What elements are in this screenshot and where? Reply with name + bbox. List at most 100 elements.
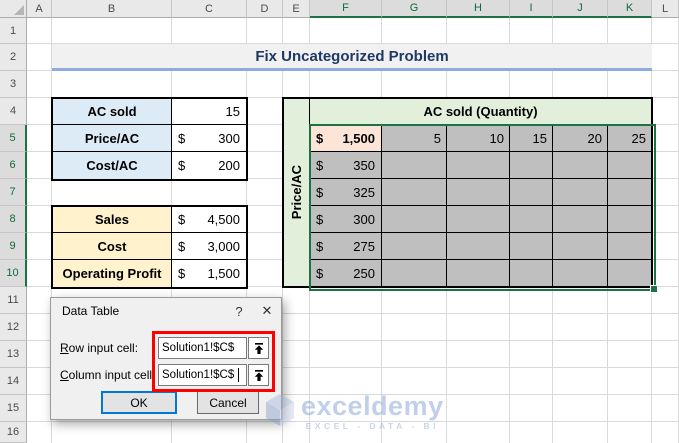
summary-table-label[interactable]: Sales — [53, 207, 172, 233]
input-table: AC sold 15 Price/AC $ 300 Cost/AC $ 200 — [51, 97, 248, 181]
data-table-empty-cell[interactable] — [510, 260, 553, 286]
sheet-title-cell[interactable]: Fix Uncategorized Problem — [52, 44, 652, 71]
column-header-L[interactable]: L — [652, 0, 679, 18]
select-all-triangle-icon — [14, 5, 24, 15]
row-header-12[interactable]: 12 — [0, 314, 27, 341]
data-table-column-axis-label[interactable]: AC sold (Quantity) — [310, 99, 651, 125]
row-input-collapse-button[interactable] — [248, 337, 269, 359]
column-header-I[interactable]: I — [510, 0, 553, 18]
row-header-3[interactable]: 3 — [0, 71, 27, 98]
input-table-label[interactable]: AC sold — [53, 99, 172, 125]
text-cursor — [238, 368, 239, 382]
data-table-empty-cell[interactable] — [382, 233, 447, 260]
summary-table-value[interactable]: $ 3,000 — [172, 233, 246, 260]
column-header-A[interactable]: A — [27, 0, 52, 18]
data-table-quantity-cell[interactable]: 20 — [553, 125, 608, 152]
row-header-9[interactable]: 9 — [0, 233, 27, 260]
column-header-B[interactable]: B — [52, 0, 172, 18]
data-table-empty-cell[interactable] — [447, 152, 510, 179]
summary-table-value[interactable]: $ 1,500 — [172, 260, 246, 287]
input-table-label[interactable]: Price/AC — [53, 125, 172, 152]
input-table-value[interactable]: $ 200 — [172, 152, 246, 179]
data-table-row-axis-label[interactable]: Price/AC — [284, 99, 310, 286]
data-table-empty-cell[interactable] — [447, 206, 510, 233]
data-table-empty-cell[interactable] — [510, 233, 553, 260]
row-header-6[interactable]: 6 — [0, 152, 27, 179]
data-table-empty-cell[interactable] — [382, 260, 447, 286]
row-input-label: Row input cell: — [60, 341, 139, 355]
data-table-empty-cell[interactable] — [447, 179, 510, 206]
data-table-empty-cell[interactable] — [553, 260, 608, 286]
data-table-quantity-cell[interactable]: 5 — [382, 125, 447, 152]
input-table-value[interactable]: $ 300 — [172, 125, 246, 152]
ok-button[interactable]: OK — [101, 391, 177, 414]
row-input-field[interactable]: Solution1!$C$ — [158, 337, 247, 359]
row-header-11[interactable]: 11 — [0, 287, 27, 314]
data-table-empty-cell[interactable] — [553, 233, 608, 260]
data-table-price-cell[interactable]: $275 — [310, 233, 382, 260]
column-header-G[interactable]: G — [382, 0, 447, 18]
column-input-field[interactable]: Solution1!$C$ — [158, 364, 247, 386]
column-header-C[interactable]: C — [172, 0, 247, 18]
data-table-empty-cell[interactable] — [608, 152, 651, 179]
column-header-K[interactable]: K — [608, 0, 652, 18]
summary-table-label[interactable]: Operating Profit — [53, 260, 172, 287]
data-table-empty-cell[interactable] — [447, 233, 510, 260]
data-table-dialog: Data Table ? ✕ Row input cell: Solution1… — [50, 297, 282, 420]
data-table-price-cell[interactable]: $250 — [310, 260, 382, 286]
data-table-empty-cell[interactable] — [608, 206, 651, 233]
column-header-D[interactable]: D — [247, 0, 283, 18]
row-header-10[interactable]: 10 — [0, 260, 27, 287]
cancel-button[interactable]: Cancel — [197, 391, 259, 414]
collapse-arrow-icon — [254, 342, 263, 354]
input-table-value[interactable]: 15 — [172, 99, 246, 125]
close-icon[interactable]: ✕ — [253, 303, 281, 319]
data-table-empty-cell[interactable] — [510, 179, 553, 206]
summary-table: Sales $ 4,500 Cost $ 3,000 Operating Pro… — [51, 205, 248, 289]
data-table-empty-cell[interactable] — [553, 152, 608, 179]
data-table-empty-cell[interactable] — [510, 206, 553, 233]
data-table-empty-cell[interactable] — [510, 152, 553, 179]
row-header-1[interactable]: 1 — [0, 18, 27, 44]
column-header-H[interactable]: H — [447, 0, 510, 18]
data-table-empty-cell[interactable] — [608, 179, 651, 206]
data-table-empty-cell[interactable] — [608, 233, 651, 260]
data-table-empty-cell[interactable] — [447, 260, 510, 286]
row-header-8[interactable]: 8 — [0, 206, 27, 233]
column-header-F[interactable]: F — [310, 0, 382, 18]
data-table-price-cell[interactable]: $325 — [310, 179, 382, 206]
data-table-empty-cell[interactable] — [382, 152, 447, 179]
column-header-E[interactable]: E — [283, 0, 310, 18]
data-table-empty-cell[interactable] — [553, 179, 608, 206]
row-header-4[interactable]: 4 — [0, 98, 27, 125]
column-input-collapse-button[interactable] — [248, 364, 269, 386]
data-table-empty-cell[interactable] — [553, 206, 608, 233]
data-table-formula-cell[interactable]: $ 1,500 — [310, 125, 382, 152]
row-header-14[interactable]: 14 — [0, 368, 27, 395]
row-header-5[interactable]: 5 — [0, 125, 27, 152]
input-table-label[interactable]: Cost/AC — [53, 152, 172, 179]
column-input-label: Column input cell: — [60, 368, 156, 382]
row-header-7[interactable]: 7 — [0, 179, 27, 206]
select-all-corner[interactable] — [0, 0, 27, 18]
row-header-13[interactable]: 13 — [0, 341, 27, 368]
summary-table-label[interactable]: Cost — [53, 233, 172, 260]
gridline-horizontal — [27, 421, 679, 422]
collapse-arrow-icon — [254, 369, 263, 381]
data-table-quantity-cell[interactable]: 25 — [608, 125, 651, 152]
data-table-price-cell[interactable]: $300 — [310, 206, 382, 233]
data-table-quantity-cell[interactable]: 10 — [447, 125, 510, 152]
row-header-2[interactable]: 2 — [0, 44, 27, 71]
help-icon[interactable]: ? — [225, 304, 253, 319]
excel-window: ABCDEFGHIJKL 1 2 3 4 5 6 7 8 9 10 11 12 13 14 15 16 Fix… — [0, 0, 679, 443]
column-header-J[interactable]: J — [553, 0, 608, 18]
data-table-empty-cell[interactable] — [382, 179, 447, 206]
summary-table-value[interactable]: $ 4,500 — [172, 207, 246, 233]
data-table-price-cell[interactable]: $350 — [310, 152, 382, 179]
row-header-16[interactable]: 16 — [0, 422, 27, 443]
data-table-empty-cell[interactable] — [382, 206, 447, 233]
row-header-15[interactable]: 15 — [0, 395, 27, 422]
data-table-empty-cell[interactable] — [608, 260, 651, 286]
dialog-titlebar[interactable]: Data Table ? ✕ — [51, 298, 281, 324]
data-table-quantity-cell[interactable]: 15 — [510, 125, 553, 152]
